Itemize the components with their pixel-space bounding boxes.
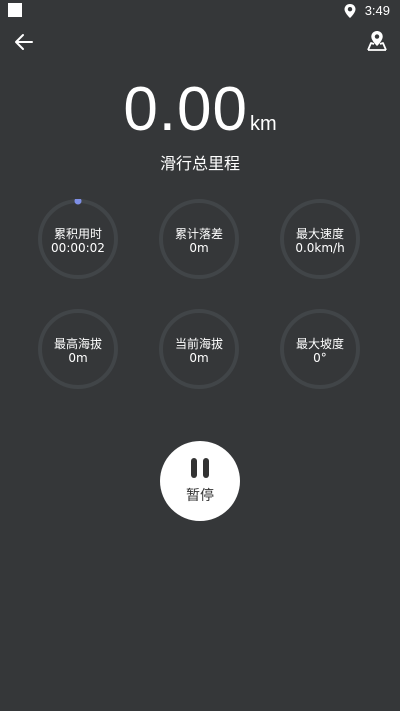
notification-icon (8, 3, 22, 17)
stat-max-slope: 最大坡度 0° (280, 309, 360, 389)
stat-value: 0m (68, 351, 88, 365)
pause-label: 暂停 (186, 488, 214, 504)
stat-value: 0m (189, 241, 209, 255)
pause-button[interactable]: 暂停 (160, 441, 240, 521)
stat-value: 0m (189, 351, 209, 365)
stat-label: 当前海拔 (174, 337, 223, 351)
stat-label: 最大速度 (295, 227, 344, 241)
stat-value: 0.0km/h (295, 241, 345, 255)
stat-label: 最大坡度 (295, 337, 344, 351)
progress-dot (74, 199, 82, 205)
stat-label: 累积用时 (53, 227, 102, 241)
stat-max-altitude: 最高海拔 0m (38, 309, 118, 389)
distance-unit: km (250, 113, 277, 135)
stat-label: 最高海拔 (53, 337, 102, 351)
status-time: 3:49 (364, 3, 390, 18)
distance-value: 0.00 (123, 75, 248, 144)
stat-label: 累计落差 (174, 227, 223, 241)
location-icon (344, 4, 356, 18)
pause-icon (189, 458, 211, 478)
stat-value: 00:00:02 (51, 241, 105, 255)
status-bar: 3:49 (0, 0, 400, 24)
stat-max-speed: 最大速度 0.0km/h (280, 199, 360, 279)
back-arrow-icon[interactable] (12, 30, 36, 54)
map-pin-icon[interactable] (365, 29, 389, 53)
stat-total-drop: 累计落差 0m (159, 199, 239, 279)
stat-current-altitude: 当前海拔 0m (159, 309, 239, 389)
stat-elapsed-time: 累积用时 00:00:02 (38, 199, 118, 279)
total-distance: 0.00 km (0, 74, 400, 145)
stat-value: 0° (313, 351, 327, 365)
distance-label: 滑行总里程 (159, 154, 240, 173)
